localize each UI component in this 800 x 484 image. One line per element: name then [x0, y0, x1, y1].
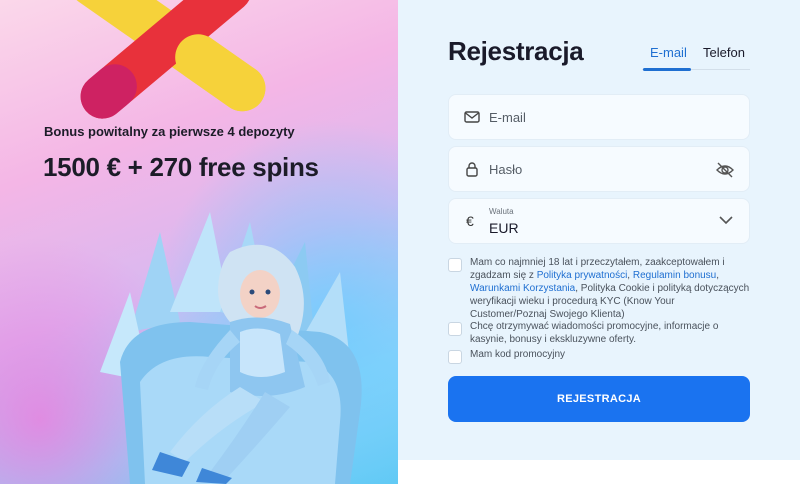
promo-subtitle: Bonus powitalny za pierwsze 4 depozyty [44, 124, 295, 139]
euro-icon: € [466, 213, 474, 229]
promo-code-checkbox[interactable] [448, 350, 462, 364]
email-field[interactable]: E-mail [448, 94, 750, 140]
register-button[interactable]: REJESTRACJA [448, 376, 750, 422]
promo-code-row: Mam kod promocyjny [448, 348, 750, 364]
currency-label: Waluta [489, 207, 514, 216]
registration-tabs: E-mail Telefon [642, 40, 750, 71]
eye-off-icon[interactable] [715, 161, 735, 179]
marketing-consent-row: Chcę otrzymywać wiadomości promocyjne, i… [448, 320, 750, 346]
password-field[interactable]: Hasło [448, 146, 750, 192]
currency-value: EUR [489, 220, 519, 236]
mail-icon [464, 111, 480, 123]
promo-title: 1500 € + 270 free spins [43, 152, 319, 182]
terms-of-use-link[interactable]: Warunkami Korzystania [470, 283, 575, 294]
promo-code-text: Mam kod promocyjny [470, 349, 566, 360]
registration-panel: Rejestracja E-mail Telefon E-mail Hasło … [398, 0, 800, 460]
tab-phone[interactable]: Telefon [703, 45, 745, 60]
password-placeholder: Hasło [489, 162, 523, 177]
terms-text: Mam co najmniej 18 lat i przeczytałem, z… [470, 257, 750, 320]
ice-queen-illustration [100, 212, 362, 484]
terms-checkbox[interactable] [448, 258, 462, 272]
privacy-policy-link[interactable]: Polityka prywatności [537, 270, 628, 281]
currency-select[interactable]: € Waluta EUR [448, 198, 750, 244]
brand-logo [68, 0, 266, 119]
marketing-text: Chcę otrzymywać wiadomości promocyjne, i… [470, 321, 719, 345]
active-tab-indicator [643, 68, 691, 71]
email-placeholder: E-mail [489, 110, 526, 125]
promo-banner: Bonus powitalny za pierwsze 4 depozyty 1… [0, 0, 398, 484]
marketing-checkbox[interactable] [448, 322, 462, 336]
tab-email[interactable]: E-mail [650, 45, 687, 60]
form-title: Rejestracja [448, 36, 584, 66]
bonus-rules-link[interactable]: Regulamin bonusu [633, 270, 716, 281]
chevron-down-icon [719, 216, 733, 225]
lock-icon [466, 162, 478, 177]
terms-consent-row: Mam co najmniej 18 lat i przeczytałem, z… [448, 256, 750, 320]
